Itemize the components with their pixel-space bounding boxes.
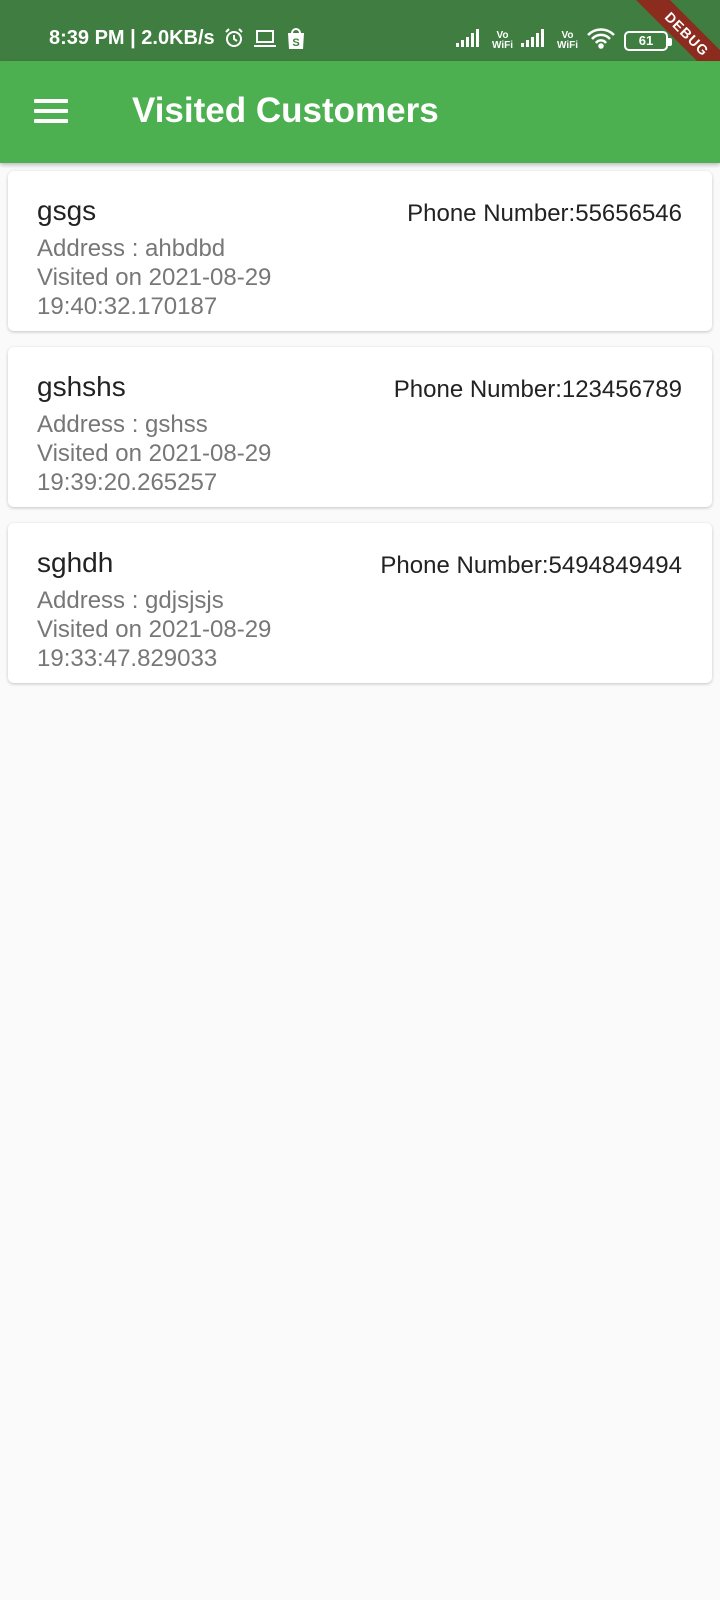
vowifi-bottom: WiFi (556, 39, 578, 51)
customer-name: gshshs (37, 371, 126, 402)
customer-visited: Visited on 2021-08-29 19:33:47.829033 (37, 616, 272, 672)
customer-list: gsgs Phone Number:55656546 Address : ahb… (8, 171, 712, 699)
customer-card[interactable]: gshshs Phone Number:123456789 Address : … (8, 347, 712, 507)
hamburger-menu-icon (34, 98, 68, 128)
shopping-bag-icon: S (285, 26, 307, 50)
status-left: 8:39 PM | 2.0KB/s S (49, 26, 307, 50)
customer-address: Address : gdjsjsjs (37, 587, 224, 614)
status-bar: 8:39 PM | 2.0KB/s S Vo WiFi Vo WiFi 61 D… (0, 0, 720, 100)
vowifi-top: Vo (561, 29, 574, 41)
customer-visited: Visited on 2021-08-29 19:40:32.170187 (37, 264, 272, 320)
status-time-speed: 8:39 PM | 2.0KB/s (49, 26, 215, 49)
vowifi-indicator-1: Vo WiFi (491, 29, 513, 51)
signal-icon (455, 28, 484, 53)
battery-icon: 61 (624, 30, 672, 51)
customer-card[interactable]: sghdh Phone Number:5494849494 Address : … (8, 523, 712, 683)
customer-details: Address : ahbdbd Visited on 2021-08-29 1… (37, 234, 317, 321)
app-bar: Visited Customers (0, 61, 720, 163)
vowifi-top: Vo (496, 29, 509, 41)
customer-address: Address : ahbdbd (37, 235, 226, 262)
vowifi-bottom: WiFi (491, 39, 513, 51)
customer-address: Address : gshss (37, 411, 208, 438)
customer-phone: Phone Number:5494849494 (380, 552, 682, 579)
status-right: Vo WiFi Vo WiFi 61 (455, 27, 672, 54)
vowifi-indicator-2: Vo WiFi (556, 29, 578, 51)
customer-visited: Visited on 2021-08-29 19:39:20.265257 (37, 440, 272, 496)
page-title: Visited Customers (132, 91, 439, 130)
customer-details: Address : gdjsjsjs Visited on 2021-08-29… (37, 586, 317, 673)
wifi-icon (586, 27, 616, 54)
alarm-icon (223, 27, 245, 49)
customer-phone: Phone Number:123456789 (393, 376, 682, 403)
customer-name: sghdh (37, 547, 114, 578)
menu-button[interactable] (24, 86, 78, 140)
laptop-icon (253, 28, 277, 48)
customer-details: Address : gshss Visited on 2021-08-29 19… (37, 410, 317, 497)
customer-card[interactable]: gsgs Phone Number:55656546 Address : ahb… (8, 171, 712, 331)
customer-name: gsgs (37, 195, 97, 226)
customer-phone: Phone Number:55656546 (407, 200, 682, 227)
signal-icon (520, 28, 549, 53)
svg-text:S: S (292, 37, 299, 49)
